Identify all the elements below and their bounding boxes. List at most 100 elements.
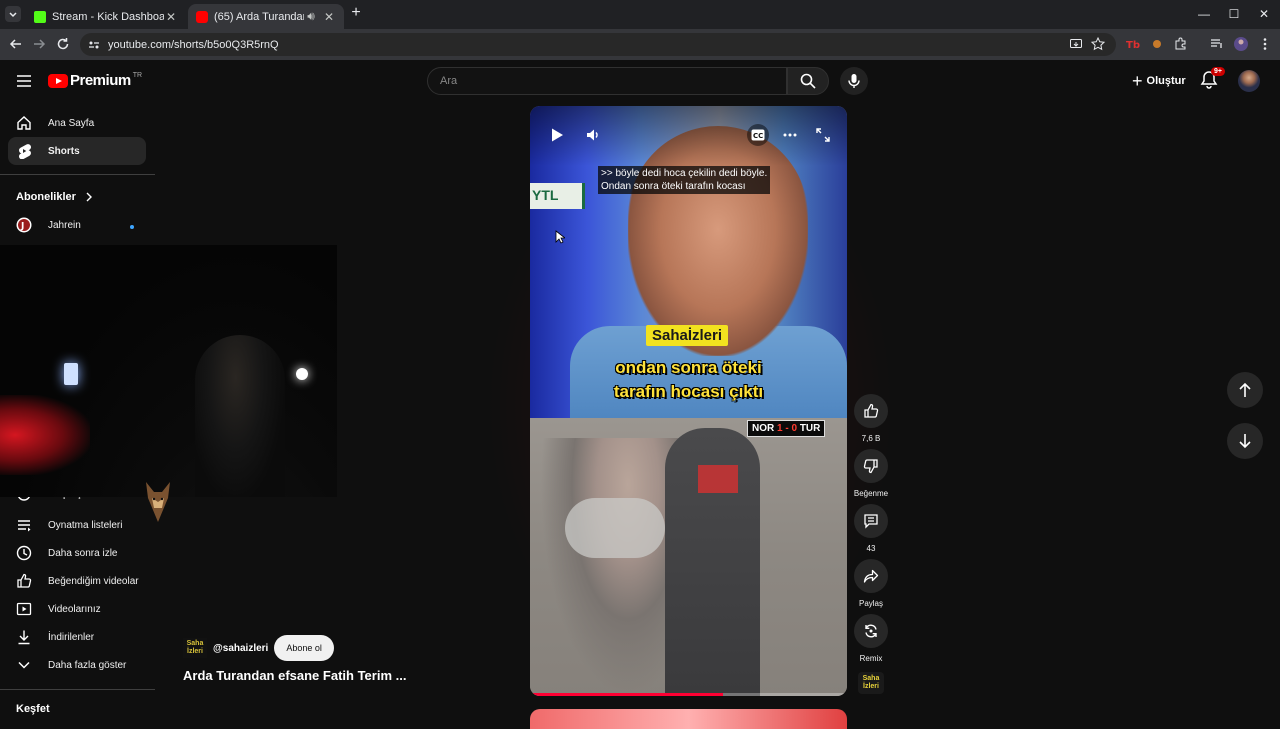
webcam-red-light [0, 395, 90, 475]
svg-text:J: J [20, 222, 24, 232]
chevron-down-icon [18, 661, 30, 669]
sidebar-item-downloads[interactable]: İndirilenler [8, 623, 146, 651]
remix-icon [865, 624, 877, 638]
channel-handle[interactable]: @sahaizleri [213, 643, 268, 654]
notifications-button[interactable]: 9+ [1200, 67, 1225, 92]
back-arrow-icon[interactable] [8, 36, 24, 52]
channel-logo-bottom: İzleri [187, 648, 203, 655]
sidebar-item-label: Videolarınız [48, 603, 101, 615]
sidebar-item-your-videos[interactable]: Videolarınız [8, 595, 146, 623]
extension-orange-icon[interactable] [1149, 36, 1165, 52]
browser-tab-bar: Stream - Kick Dashboard ✕ (65) Arda Tura… [0, 0, 1280, 29]
sidebar-divider [0, 689, 155, 690]
score-bug: NOR 1 - 0 TUR [747, 420, 826, 437]
volume-button[interactable] [582, 124, 604, 146]
sidebar-item-label: İndirilenler [48, 631, 95, 643]
chevron-down-icon [9, 12, 17, 18]
next-short-preview[interactable] [530, 709, 847, 729]
share-button[interactable] [854, 559, 888, 593]
close-window-icon[interactable]: ✕ [1256, 6, 1272, 22]
score-away-team: TUR [799, 423, 821, 434]
video-progress-bar[interactable] [530, 693, 847, 696]
thumbs-down-icon [863, 459, 878, 474]
voice-search-button[interactable] [840, 67, 868, 95]
next-short-button[interactable] [1227, 423, 1263, 459]
subscribe-button[interactable]: Abone ol [274, 635, 334, 661]
sidebar-item-show-more[interactable]: Daha fazla göster [8, 651, 146, 679]
sidebar-item-watch-later[interactable]: Daha sonra izle [8, 539, 146, 567]
tab-title: Stream - Kick Dashboard [52, 10, 164, 23]
play-button[interactable] [546, 124, 568, 146]
install-app-icon[interactable] [1068, 36, 1084, 52]
subscriptions-heading[interactable]: Abonelikler [16, 191, 94, 203]
more-options-button[interactable] [779, 124, 801, 146]
browser-toolbar: youtube.com/shorts/b5o0Q3R5rnQ Tb [0, 29, 1280, 60]
account-avatar[interactable] [1238, 70, 1260, 92]
forward-arrow-icon[interactable] [31, 36, 47, 52]
minimize-icon[interactable]: — [1196, 6, 1212, 22]
comments-button[interactable] [854, 504, 888, 538]
caption-text: >> böyle dedi hoca çekilin dedi böyle. O… [598, 166, 771, 194]
maximize-icon[interactable]: ☐ [1226, 6, 1242, 22]
home-icon [17, 116, 31, 130]
channel-logo-bottom: İzleri [863, 683, 879, 690]
webcam-streamer [195, 335, 285, 497]
sidebar-item-label: Oynatma listeleri [48, 519, 123, 531]
create-button[interactable]: + Oluştur [1124, 68, 1194, 94]
expand-icon [816, 128, 830, 142]
tab-search-button[interactable] [5, 6, 21, 22]
sidebar-item-label: Ana Sayfa [48, 117, 95, 129]
speaker-icon[interactable]: 🔊︎ [304, 9, 318, 24]
search-button[interactable] [787, 67, 829, 95]
menu-icon[interactable] [16, 74, 32, 88]
tab-title: (65) Arda Turandan efsane F [214, 10, 304, 23]
channel-avatar: J [16, 217, 32, 233]
tab-youtube-short[interactable]: (65) Arda Turandan efsane F 🔊︎ ✕ [188, 4, 344, 29]
tab-kick-dashboard[interactable]: Stream - Kick Dashboard ✕ [26, 4, 186, 29]
new-tab-button[interactable]: + [348, 5, 364, 21]
sidebar-item-jahrein[interactable]: J Jahrein [8, 211, 146, 239]
bookmark-star-icon[interactable] [1090, 36, 1106, 52]
video-title[interactable]: Arda Turandan efsane Fatih Terim ... [183, 668, 406, 683]
media-control-icon[interactable] [1209, 36, 1225, 52]
shorts-video-player[interactable]: YTL CC >> böyle dedi hoca çekilin dedi b… [530, 106, 847, 696]
remix-action[interactable]: Remix [854, 614, 888, 663]
close-tab-icon[interactable]: ✕ [164, 10, 178, 24]
comment-icon [864, 514, 878, 529]
tv-channel-logo: YTL [530, 183, 585, 209]
sidebar-item-home[interactable]: Ana Sayfa [8, 109, 146, 137]
captions-button[interactable]: CC [747, 124, 769, 146]
dislike-button[interactable] [854, 449, 888, 483]
previous-short-button[interactable] [1227, 372, 1263, 408]
remix-button[interactable] [854, 614, 888, 648]
like-button[interactable] [854, 394, 888, 428]
dislike-action[interactable]: Beğenme [854, 449, 888, 498]
extensions-puzzle-icon[interactable] [1173, 36, 1189, 52]
close-tab-icon[interactable]: ✕ [322, 10, 336, 24]
search-icon [800, 73, 816, 89]
channel-thumbnail[interactable]: Saha İzleri [858, 672, 884, 694]
turkish-flag [698, 465, 738, 493]
sidebar-item-playlists[interactable]: Oynatma listeleri [8, 511, 146, 539]
sidebar-item-liked-videos[interactable]: Beğendiğim videolar [8, 567, 146, 595]
browser-menu-icon[interactable] [1257, 36, 1273, 52]
comments-action[interactable]: 43 [854, 504, 888, 553]
site-info-icon[interactable] [88, 39, 100, 51]
channel-logo-top: Saha [186, 640, 204, 647]
extension-red-icon[interactable]: Tb [1124, 36, 1140, 52]
search-input[interactable]: Ara [427, 67, 787, 95]
reload-icon[interactable] [55, 36, 71, 52]
youtube-premium-logo[interactable]: Premium TR [48, 72, 142, 89]
share-action[interactable]: Paylaş [854, 559, 888, 608]
channel-logo-top: Saha [862, 675, 880, 682]
like-action[interactable]: 7,6 B [854, 394, 888, 443]
thumbs-up-icon [864, 403, 879, 418]
profile-avatar-icon[interactable] [1233, 36, 1249, 52]
fullscreen-button[interactable] [812, 124, 834, 146]
create-label: Oluştur [1146, 75, 1186, 87]
sidebar-item-shorts[interactable]: Shorts [8, 137, 146, 165]
share-label: Paylaş [858, 599, 883, 608]
address-bar[interactable]: youtube.com/shorts/b5o0Q3R5rnQ [80, 33, 1116, 56]
channel-avatar[interactable]: Saha İzleri [183, 638, 207, 658]
chevron-right-icon [86, 192, 92, 202]
